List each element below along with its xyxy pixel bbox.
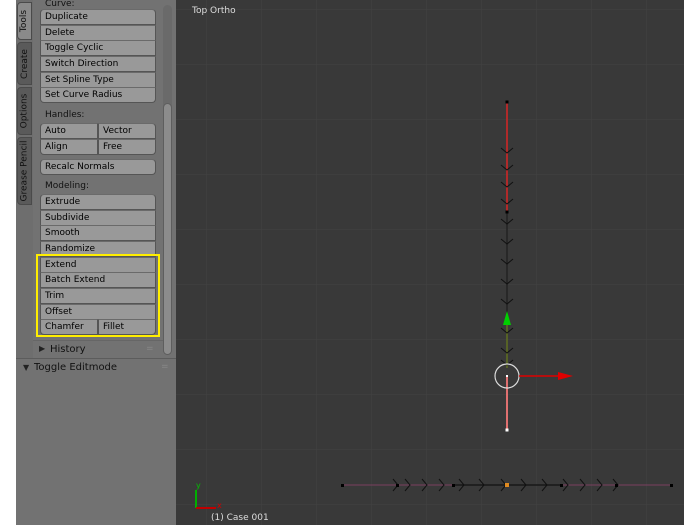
tool-shelf-tabs: Tools Create Options Grease Pencil bbox=[16, 0, 33, 358]
align-button[interactable]: Align bbox=[40, 139, 98, 155]
view-name: Top Ortho bbox=[192, 6, 236, 16]
free-button[interactable]: Free bbox=[98, 139, 156, 155]
set-spline-type-button[interactable]: Set Spline Type bbox=[40, 72, 156, 88]
tab-tools[interactable]: Tools bbox=[17, 2, 32, 40]
drag-grip-icon[interactable]: = bbox=[146, 344, 154, 354]
axis-x-label: x bbox=[217, 501, 222, 510]
highlight-box bbox=[36, 254, 160, 337]
curve-label: Curve: bbox=[45, 0, 75, 9]
tab-create[interactable]: Create bbox=[17, 42, 32, 85]
subdivide-button[interactable]: Subdivide bbox=[40, 210, 156, 226]
history-panel-header[interactable]: ▶ History = bbox=[33, 340, 163, 358]
object-status: (1) Case 001 bbox=[211, 513, 269, 523]
switch-direction-button[interactable]: Switch Direction bbox=[40, 56, 156, 72]
operator-panel: ▼ Toggle Editmode = bbox=[16, 358, 176, 525]
handles-label: Handles: bbox=[45, 110, 85, 120]
grid bbox=[176, 0, 684, 525]
modeling-label: Modeling: bbox=[45, 181, 89, 191]
toggle-cyclic-button[interactable]: Toggle Cyclic bbox=[40, 40, 156, 56]
smooth-button[interactable]: Smooth bbox=[40, 225, 156, 241]
viewport-canvas bbox=[176, 0, 684, 525]
tab-options[interactable]: Options bbox=[17, 87, 32, 135]
extrude-button[interactable]: Extrude bbox=[40, 194, 156, 210]
tab-grease-pencil[interactable]: Grease Pencil bbox=[17, 137, 32, 205]
expand-arrow-icon: ▶ bbox=[39, 344, 46, 353]
delete-button[interactable]: Delete bbox=[40, 25, 156, 41]
axis-y-label: y bbox=[196, 481, 201, 490]
3d-viewport[interactable]: y x Top Ortho (1) Case 001 bbox=[176, 0, 684, 525]
collapse-arrow-icon: ▼ bbox=[23, 363, 30, 372]
auto-button[interactable]: Auto bbox=[40, 123, 98, 139]
history-label: History bbox=[50, 344, 86, 355]
toggle-editmode-label[interactable]: Toggle Editmode bbox=[34, 362, 117, 373]
recalc-normals-button[interactable]: Recalc Normals bbox=[40, 159, 156, 175]
set-curve-radius-button[interactable]: Set Curve Radius bbox=[40, 87, 156, 103]
duplicate-button[interactable]: Duplicate bbox=[40, 9, 156, 25]
vector-button[interactable]: Vector bbox=[98, 123, 156, 139]
scrollbar-thumb[interactable] bbox=[163, 103, 172, 355]
selected-point[interactable] bbox=[505, 483, 509, 487]
drag-grip-icon[interactable]: = bbox=[161, 362, 169, 372]
